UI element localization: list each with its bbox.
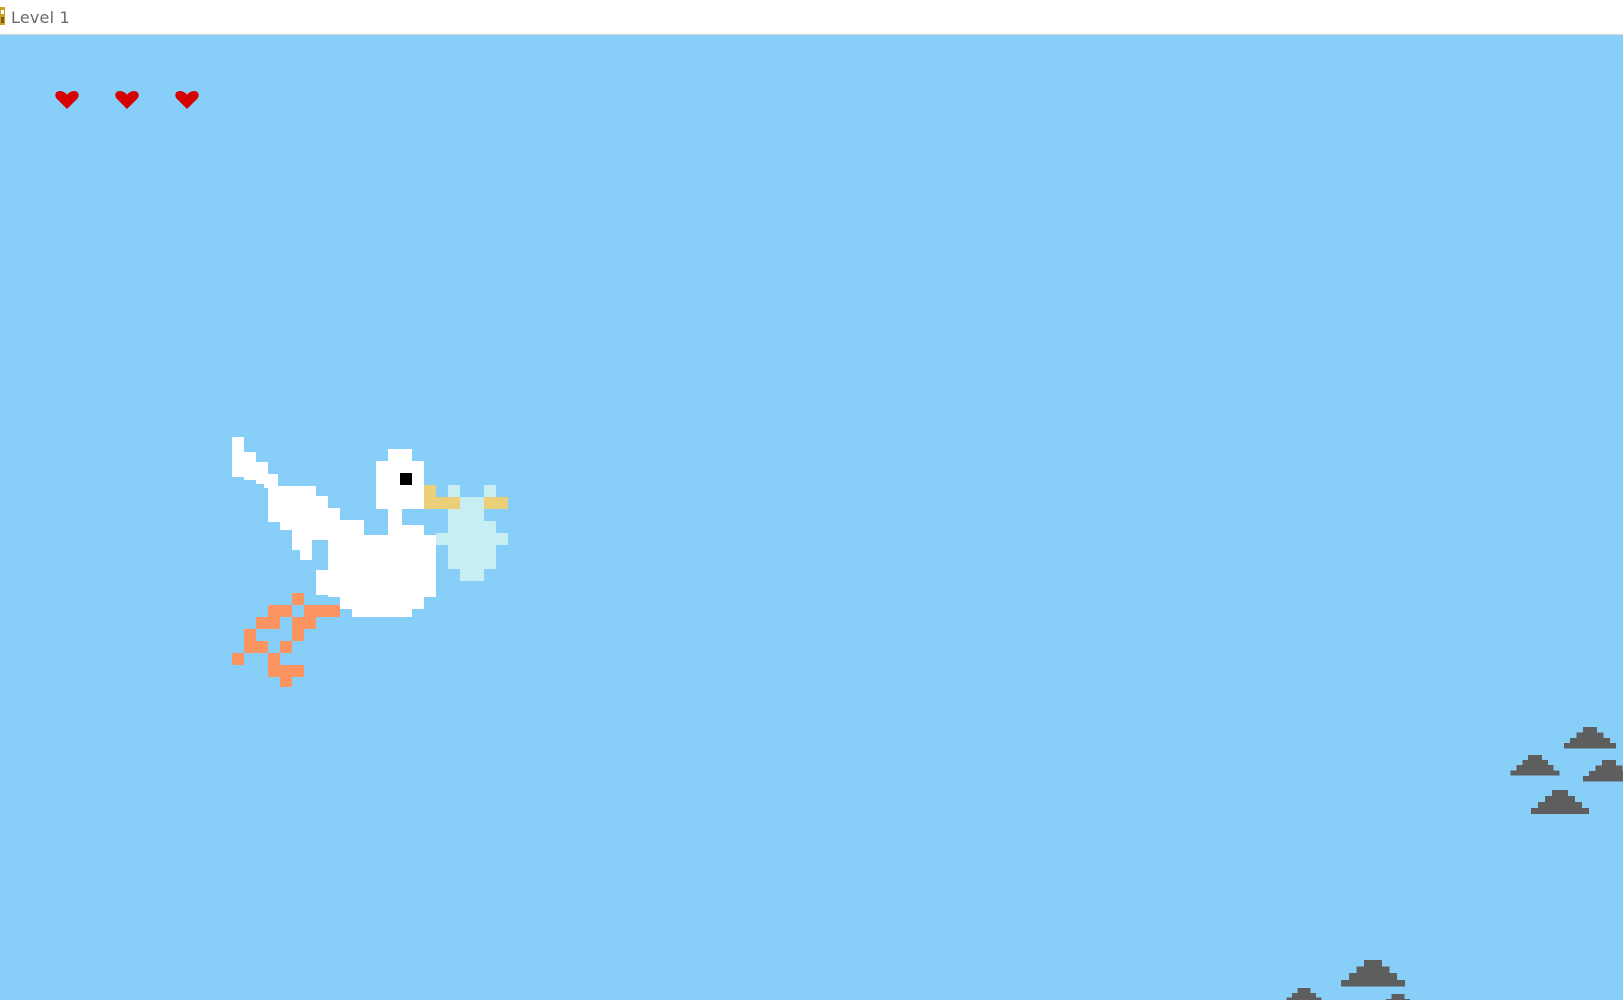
game-window: Level 1 xyxy=(0,0,1623,1000)
app-icon xyxy=(0,7,5,25)
stork-eye xyxy=(400,473,412,485)
sky-background xyxy=(0,35,1623,1000)
window-title: Level 1 xyxy=(11,8,70,27)
game-canvas[interactable] xyxy=(0,35,1623,1000)
game-scene[interactable] xyxy=(0,35,1623,1000)
window-titlebar[interactable]: Level 1 xyxy=(0,0,1623,35)
